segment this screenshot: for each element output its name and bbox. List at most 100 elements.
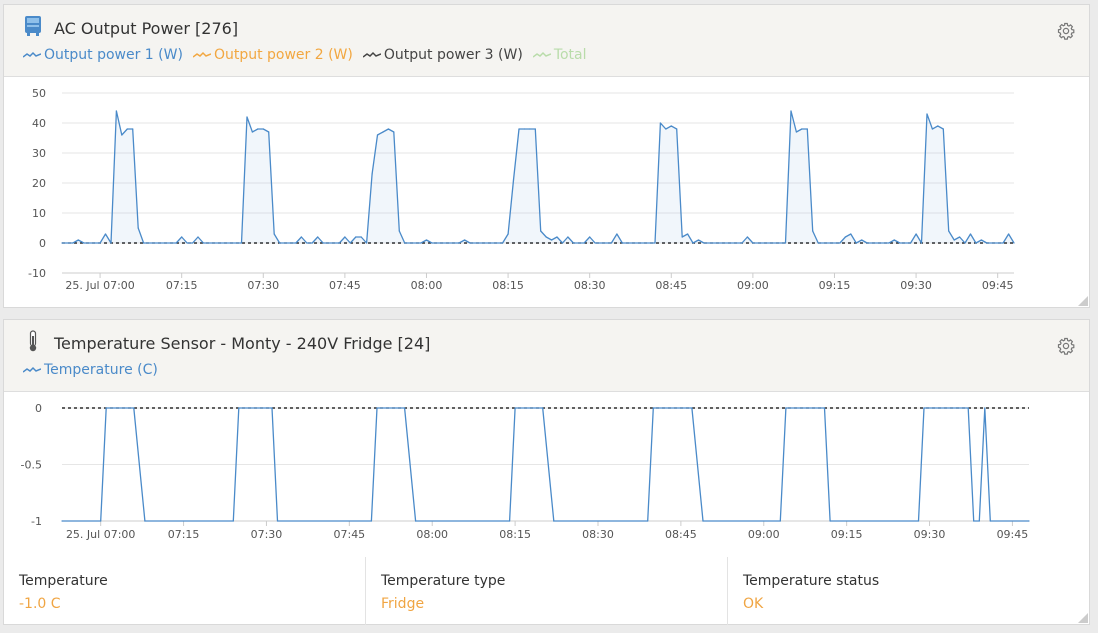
data-point — [192, 242, 194, 244]
gear-icon[interactable] — [1057, 22, 1075, 40]
data-point — [621, 242, 623, 244]
resize-handle-icon[interactable] — [1078, 613, 1088, 623]
data-point — [529, 128, 531, 130]
chart-legend: Output power 1 (W) Output power 2 (W) Ou… — [23, 47, 597, 63]
data-point — [387, 128, 389, 130]
data-point — [984, 407, 986, 409]
data-point — [702, 520, 704, 522]
data-point — [83, 242, 85, 244]
data-point — [262, 128, 264, 130]
y-tick-label: 0 — [35, 402, 42, 415]
data-point — [561, 242, 564, 244]
data-point — [469, 242, 471, 244]
data-point — [861, 239, 863, 241]
data-point — [197, 236, 199, 238]
chart-legend: Temperature (C) — [23, 362, 168, 378]
data-point — [534, 128, 536, 130]
data-point — [137, 227, 139, 229]
temperature-chart[interactable]: 0 -0.5 -1 25. Jul 07:00 07:15 07:30 07:45 08:00… — [4, 392, 1089, 555]
x-tick-label: 07:15 — [168, 528, 200, 541]
panel-header: AC Output Power [276] Output power 1 (W)… — [4, 5, 1089, 77]
data-point — [920, 242, 923, 244]
x-tick-label: 09:00 — [737, 279, 769, 292]
data-point — [175, 242, 177, 244]
legend-item-output-power-3[interactable]: Output power 3 (W) — [362, 47, 523, 63]
data-point — [238, 407, 240, 409]
data-point — [931, 128, 934, 130]
data-point — [866, 242, 868, 244]
x-tick-label: 09:45 — [997, 528, 1029, 541]
panel-title: Temperature Sensor - Monty - 240V Fridge… — [54, 333, 431, 353]
data-point — [507, 233, 509, 235]
y-tick-label: 0 — [39, 237, 46, 250]
data-point — [514, 407, 516, 409]
data-point — [967, 407, 969, 409]
data-point — [251, 131, 253, 133]
data-point — [512, 179, 515, 181]
data-point — [926, 113, 928, 115]
data-point — [240, 242, 243, 244]
data-point — [665, 128, 667, 130]
legend-label: Output power 1 (W) — [44, 47, 183, 63]
data-point — [839, 242, 841, 244]
data-point — [295, 242, 297, 244]
data-point — [697, 239, 700, 241]
data-point — [812, 230, 814, 232]
data-point — [404, 407, 406, 409]
data-point — [143, 242, 145, 244]
data-point — [806, 128, 808, 130]
data-point — [72, 242, 74, 244]
data-point — [464, 239, 466, 241]
x-tick-label: 09:15 — [819, 279, 851, 292]
data-point — [322, 242, 324, 244]
data-point — [376, 134, 379, 136]
legend-item-output-power-2[interactable]: Output power 2 (W) — [192, 47, 353, 63]
data-point — [1028, 520, 1030, 522]
y-tick-label: -0.5 — [21, 459, 42, 472]
data-point — [509, 520, 511, 522]
data-point — [502, 242, 504, 244]
data-point — [133, 407, 135, 409]
data-point — [953, 239, 955, 241]
resize-handle-icon[interactable] — [1078, 296, 1088, 306]
data-point — [692, 242, 694, 244]
gear-icon[interactable] — [1057, 337, 1075, 355]
data-point — [376, 407, 378, 409]
data-point — [523, 128, 526, 130]
data-point — [980, 239, 983, 241]
legend-item-output-power-1[interactable]: Output power 1 (W) — [23, 47, 183, 63]
data-point — [99, 242, 101, 244]
ac-output-power-panel: AC Output Power [276] Output power 1 (W)… — [3, 4, 1090, 308]
data-point — [784, 242, 787, 244]
legend-item-temperature[interactable]: Temperature (C) — [23, 362, 158, 378]
data-point — [959, 236, 961, 238]
data-point — [338, 242, 340, 244]
x-tick-label: 08:30 — [582, 528, 614, 541]
stat-temperature: Temperature -1.0 C — [4, 557, 366, 625]
power-chart[interactable]: 50 40 30 20 10 0 -10 25. Jul 07:00 07:15 07:30 07:… — [4, 77, 1089, 307]
y-tick-label: -10 — [28, 267, 46, 280]
data-point — [110, 242, 112, 244]
x-tick-label: 09:30 — [914, 528, 946, 541]
legend-line-icon — [23, 51, 41, 58]
data-point — [366, 242, 368, 244]
data-point — [121, 134, 123, 136]
data-point — [589, 236, 591, 238]
data-point — [370, 520, 372, 522]
y-tick-label: 50 — [32, 87, 46, 100]
legend-item-total[interactable]: Total — [532, 47, 587, 63]
data-point — [355, 236, 357, 238]
x-tick-label: 07:30 — [251, 528, 283, 541]
data-point — [268, 131, 270, 133]
data-point — [115, 110, 117, 112]
legend-label: Total — [553, 47, 587, 63]
data-point — [801, 128, 803, 130]
data-point — [855, 242, 857, 244]
data-point — [964, 242, 966, 244]
temperature-sensor-panel: Temperature Sensor - Monty - 240V Fridge… — [3, 319, 1090, 625]
panel-header: Temperature Sensor - Monty - 240V Fridge… — [4, 320, 1089, 392]
data-point — [398, 230, 400, 232]
data-point — [540, 230, 542, 232]
data-point — [795, 131, 798, 133]
x-tick-label: 08:30 — [574, 279, 606, 292]
